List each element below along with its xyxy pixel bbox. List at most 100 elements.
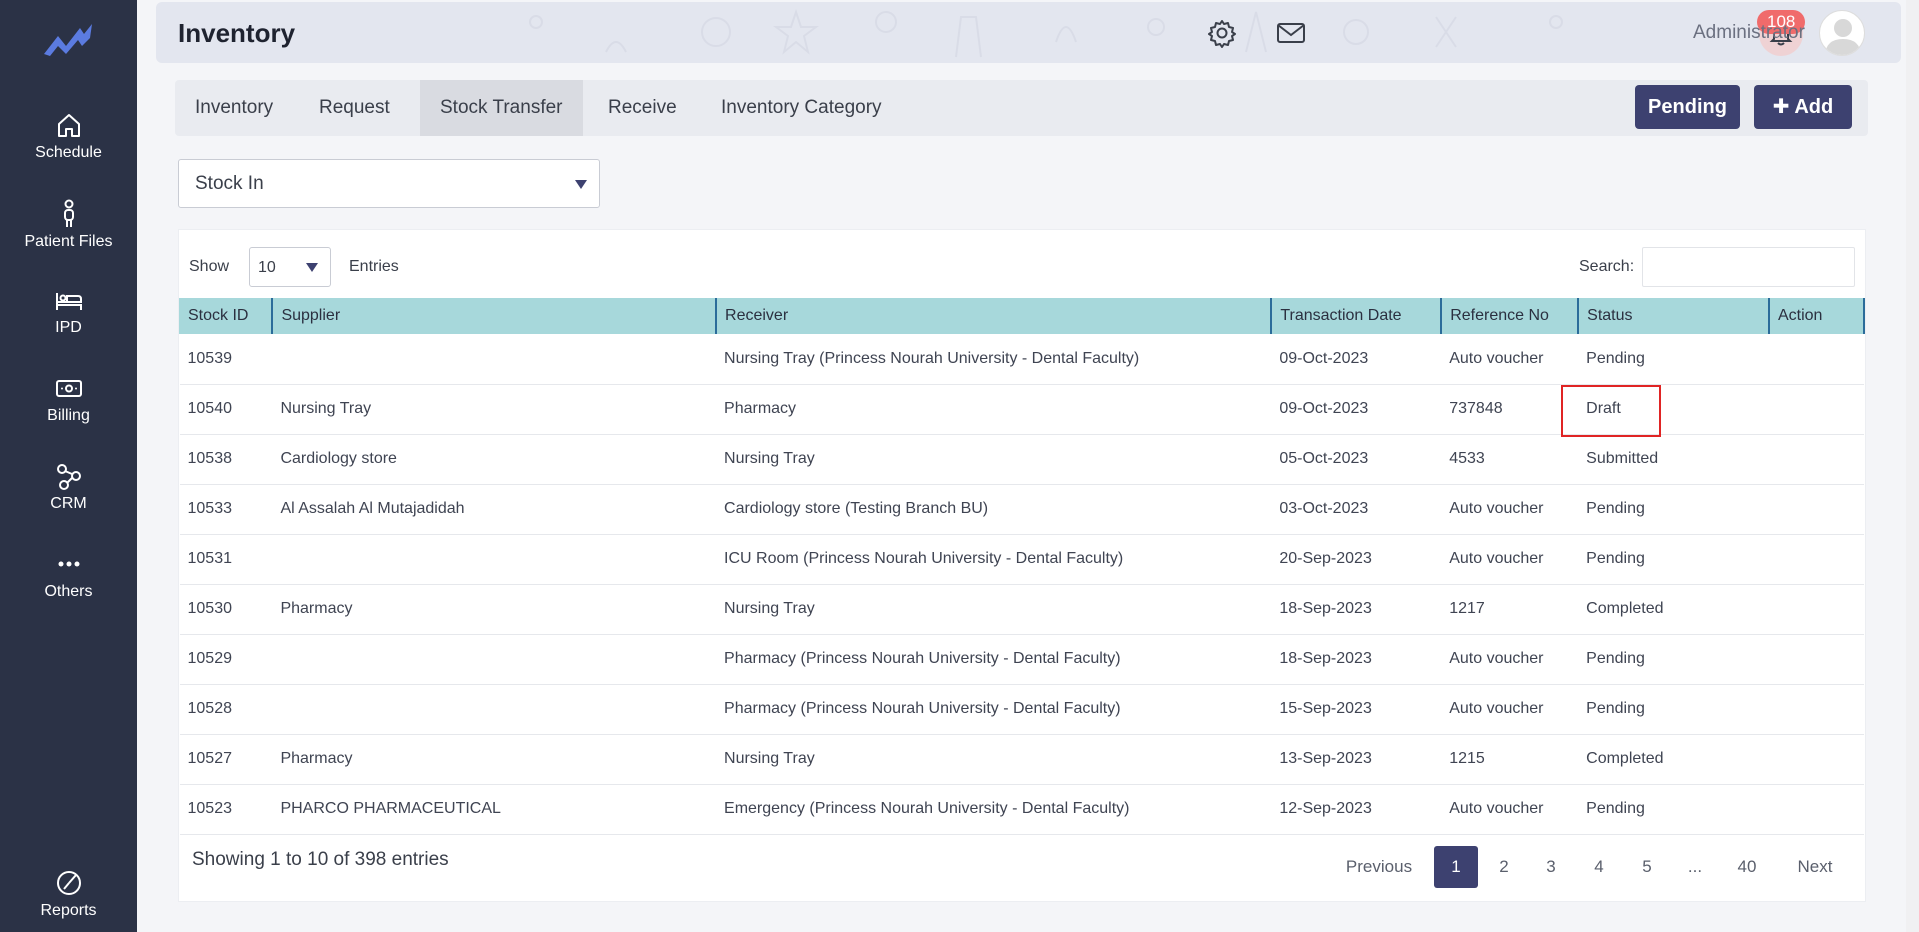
cell-receiver: ICU Room (Princess Nourah University - D… xyxy=(716,534,1272,585)
col-transaction-date[interactable]: Transaction Date xyxy=(1271,298,1443,334)
table-row[interactable]: 10533 Al Assalah Al Mutajadidah Cardiolo… xyxy=(179,484,1864,535)
sidebar-item-label: Billing xyxy=(47,407,90,424)
cell-stock-id: 10540 xyxy=(179,384,273,435)
search-label: Search: xyxy=(1579,258,1635,275)
showing-entries-text: Showing 1 to 10 of 398 entries xyxy=(192,849,449,870)
entries-select[interactable]: 10 xyxy=(249,247,331,287)
cell-action xyxy=(1768,484,1864,535)
tab-stock-transfer[interactable]: Stock Transfer xyxy=(420,80,583,136)
sidebar-item-label: CRM xyxy=(50,495,87,512)
pagination-next[interactable]: Next xyxy=(1785,846,1845,888)
table-row[interactable]: 10538 Cardiology store Nursing Tray 05-O… xyxy=(179,434,1864,485)
pie-chart-icon xyxy=(56,871,81,895)
sidebar: Schedule Patient Files IPD Billing CRM O… xyxy=(0,0,137,932)
cell-stock-id: 10531 xyxy=(179,534,273,585)
cell-stock-id: 10539 xyxy=(179,334,273,385)
network-icon xyxy=(56,464,81,490)
gear-icon[interactable] xyxy=(1207,18,1237,48)
pagination-page-2[interactable]: 2 xyxy=(1482,846,1526,888)
table-row[interactable]: 10527 Pharmacy Nursing Tray 13-Sep-2023 … xyxy=(179,734,1864,785)
col-reference-no[interactable]: Reference No xyxy=(1441,298,1580,334)
cell-stock-id: 10538 xyxy=(179,434,273,485)
cell-date: 20-Sep-2023 xyxy=(1271,534,1442,585)
pending-button[interactable]: Pending xyxy=(1635,85,1740,129)
tab-receive[interactable]: Receive xyxy=(588,80,697,136)
pagination-previous[interactable]: Previous xyxy=(1339,846,1419,888)
cell-receiver: Pharmacy xyxy=(716,384,1272,435)
highlight-box xyxy=(1561,384,1662,437)
pagination-page-5[interactable]: 5 xyxy=(1625,846,1669,888)
entries-label: Entries xyxy=(349,258,399,275)
pagination-page-4[interactable]: 4 xyxy=(1577,846,1621,888)
cell-supplier xyxy=(272,634,717,685)
mail-icon[interactable] xyxy=(1276,18,1306,48)
sidebar-item-billing[interactable]: Billing xyxy=(0,373,137,425)
stock-table-card: Show 10 Entries Search: Stock ID Supplie… xyxy=(178,229,1866,902)
user-avatar-icon xyxy=(1825,19,1861,55)
cell-action xyxy=(1768,534,1864,585)
money-icon xyxy=(55,380,82,397)
cell-stock-id: 10528 xyxy=(179,684,273,735)
table-row[interactable]: 10531 ICU Room (Princess Nourah Universi… xyxy=(179,534,1864,585)
pagination-page-3[interactable]: 3 xyxy=(1529,846,1573,888)
add-button[interactable]: ✚ Add xyxy=(1754,85,1852,129)
user-name[interactable]: Administrator xyxy=(1693,22,1805,44)
show-label: Show xyxy=(189,258,230,275)
pagination-page-40[interactable]: 40 xyxy=(1720,846,1774,888)
table-row[interactable]: 10540 Nursing Tray Pharmacy 09-Oct-2023 … xyxy=(179,384,1864,437)
col-stock-id[interactable]: Stock ID xyxy=(179,298,274,334)
cell-date: 05-Oct-2023 xyxy=(1271,434,1442,485)
cell-stock-id: 10527 xyxy=(179,734,273,785)
pagination-page-1[interactable]: 1 xyxy=(1434,846,1478,888)
cell-status: Pending xyxy=(1578,784,1769,835)
cell-date: 12-Sep-2023 xyxy=(1271,784,1442,835)
cell-status: Submitted xyxy=(1578,434,1769,485)
table-row[interactable]: 10523 PHARCO PHARMACEUTICAL Emergency (P… xyxy=(179,784,1864,835)
cell-reference: 737848 xyxy=(1441,384,1579,435)
cell-status: Pending xyxy=(1578,484,1769,535)
home-icon xyxy=(57,114,80,137)
table-row[interactable]: 10530 Pharmacy Nursing Tray 18-Sep-2023 … xyxy=(179,584,1864,635)
tab-inventory[interactable]: Inventory xyxy=(175,80,293,136)
entries-value: 10 xyxy=(258,259,276,276)
scrollbar[interactable] xyxy=(1906,0,1919,932)
table-row[interactable]: 10528 Pharmacy (Princess Nourah Universi… xyxy=(179,684,1864,735)
app-logo-icon[interactable] xyxy=(40,20,96,60)
sidebar-item-reports[interactable]: Reports xyxy=(0,868,137,920)
col-supplier[interactable]: Supplier xyxy=(272,298,718,334)
cell-status: Pending xyxy=(1578,634,1769,685)
sidebar-item-label: Schedule xyxy=(35,144,102,161)
cell-supplier xyxy=(272,334,717,385)
search-input[interactable] xyxy=(1642,247,1855,287)
cell-stock-id: 10533 xyxy=(179,484,273,535)
table-row[interactable]: 10529 Pharmacy (Princess Nourah Universi… xyxy=(179,634,1864,685)
pagination-ellipsis: ... xyxy=(1687,857,1703,876)
tab-request[interactable]: Request xyxy=(299,80,410,136)
sidebar-item-crm[interactable]: CRM xyxy=(0,461,137,513)
cell-receiver: Emergency (Princess Nourah University - … xyxy=(716,784,1272,835)
sidebar-item-patient-files[interactable]: Patient Files xyxy=(0,199,137,251)
sidebar-item-schedule[interactable]: Schedule xyxy=(0,110,137,162)
cell-receiver: Nursing Tray xyxy=(716,584,1272,635)
sidebar-item-others[interactable]: Others xyxy=(0,549,137,601)
bed-icon xyxy=(55,293,82,310)
cell-reference: Auto voucher xyxy=(1441,684,1579,735)
col-status[interactable]: Status xyxy=(1578,298,1770,334)
cell-receiver: Nursing Tray xyxy=(716,434,1272,485)
cell-action xyxy=(1768,584,1864,635)
cell-status: Pending xyxy=(1578,684,1769,735)
cell-supplier xyxy=(272,534,717,585)
cell-action xyxy=(1768,334,1864,385)
cell-supplier: PHARCO PHARMACEUTICAL xyxy=(272,784,717,835)
cell-action xyxy=(1768,384,1864,435)
sidebar-item-label: Others xyxy=(44,583,93,600)
chevron-down-icon xyxy=(306,263,318,272)
col-receiver[interactable]: Receiver xyxy=(716,298,1273,334)
sidebar-item-ipd[interactable]: IPD xyxy=(0,285,137,337)
tab-inventory-category[interactable]: Inventory Category xyxy=(701,80,902,136)
table-row[interactable]: 10539 Nursing Tray (Princess Nourah Univ… xyxy=(179,334,1864,385)
cell-supplier: Pharmacy xyxy=(272,734,717,785)
avatar[interactable] xyxy=(1819,10,1865,56)
stock-type-select[interactable]: Stock In xyxy=(178,159,600,208)
cell-supplier: Nursing Tray xyxy=(272,384,717,435)
